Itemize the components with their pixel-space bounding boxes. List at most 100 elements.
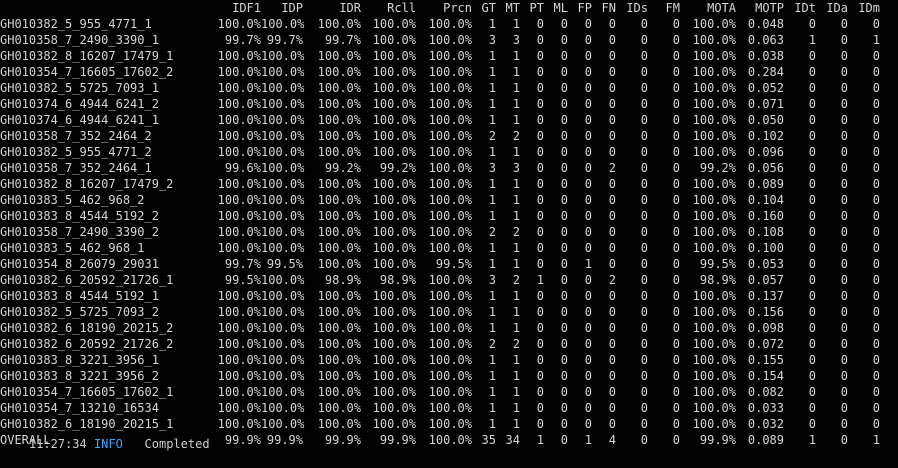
cell-mt: 2 [512, 225, 520, 239]
cell-fn: 0 [608, 321, 616, 335]
cell-idf1: 100.0% [217, 193, 261, 207]
cell-ida: 0 [840, 273, 848, 287]
cell-ml: 0 [560, 385, 568, 399]
cell-mota: 100.0% [692, 369, 736, 383]
cell-rcll: 100.0% [372, 193, 416, 207]
cell-idr: 100.0% [317, 369, 361, 383]
terminal-window[interactable]: IDF1 IDP IDR Rcll Prcn GT MT PT ML FP FN… [0, 0, 898, 451]
cell-idf1: 100.0% [217, 145, 261, 159]
header-fp: FP [577, 1, 592, 15]
cell-ids: 0 [640, 193, 648, 207]
header-pt: PT [529, 1, 544, 15]
cell-idm: 0 [872, 177, 880, 191]
row-name: GH010383_8_4544_5192_2 [0, 209, 159, 223]
cell-prcn: 100.0% [428, 401, 472, 415]
cell-rcll: 100.0% [372, 33, 416, 47]
cell-idm: 0 [872, 81, 880, 95]
cell-rcll: 100.0% [372, 113, 416, 127]
cell-mt: 1 [512, 65, 520, 79]
cell-rcll: 100.0% [372, 321, 416, 335]
cell-ml: 0 [560, 177, 568, 191]
cell-idp: 100.0% [261, 337, 305, 351]
cell-idt: 0 [808, 193, 816, 207]
cell-ida: 0 [840, 321, 848, 335]
cell-idr: 100.0% [317, 177, 361, 191]
cell-fm: 0 [672, 321, 680, 335]
cell-ids: 0 [640, 113, 648, 127]
cell-ida: 0 [840, 145, 848, 159]
cell-fn: 0 [608, 113, 616, 127]
cell-gt: 1 [488, 113, 496, 127]
cell-idp: 100.0% [261, 417, 305, 431]
log-level: INFO [93, 437, 123, 451]
cell-ml: 0 [560, 225, 568, 239]
cell-prcn: 100.0% [428, 161, 472, 175]
cell-fn: 0 [608, 129, 616, 143]
cell-prcn: 100.0% [428, 33, 472, 47]
cell-fm: 0 [672, 273, 680, 287]
cell-idf1: 100.0% [217, 209, 261, 223]
cell-ml: 0 [560, 273, 568, 287]
cell-prcn: 100.0% [428, 129, 472, 143]
cell-fp: 0 [584, 369, 592, 383]
cell-fn: 0 [608, 33, 616, 47]
cell-ida: 0 [840, 17, 848, 31]
cell-fm: 0 [672, 49, 680, 63]
cell-pt: 0 [536, 145, 544, 159]
cell-fn: 0 [608, 289, 616, 303]
cell-rcll: 100.0% [372, 289, 416, 303]
cell-fn: 0 [608, 353, 616, 367]
cell-fp: 0 [584, 385, 592, 399]
cell-ml: 0 [560, 145, 568, 159]
cell-ida: 0 [840, 97, 848, 111]
cell-gt: 1 [488, 369, 496, 383]
cell-prcn: 100.0% [428, 369, 472, 383]
cell-mota: 99.9% [699, 433, 736, 447]
cell-mota: 100.0% [692, 209, 736, 223]
cell-mota: 100.0% [692, 145, 736, 159]
cell-ids: 0 [640, 385, 648, 399]
cell-ml: 0 [560, 257, 568, 271]
cell-fp: 0 [584, 353, 592, 367]
cell-fn: 0 [608, 417, 616, 431]
cell-ids: 0 [640, 321, 648, 335]
cell-mt: 2 [512, 337, 520, 351]
cell-idp: 100.0% [261, 241, 305, 255]
cell-fp: 0 [584, 17, 592, 31]
cell-prcn: 100.0% [428, 193, 472, 207]
header-ml: ML [553, 1, 568, 15]
cell-idm: 0 [872, 129, 880, 143]
cell-ids: 0 [640, 161, 648, 175]
cell-idt: 0 [808, 417, 816, 431]
cell-mota: 100.0% [692, 337, 736, 351]
cell-mt: 1 [512, 257, 520, 271]
cell-idf1: 100.0% [217, 129, 261, 143]
cell-idr: 99.2% [324, 161, 361, 175]
cell-mt: 3 [512, 161, 520, 175]
cell-fm: 0 [672, 385, 680, 399]
cell-ida: 0 [840, 65, 848, 79]
cell-motp: 0.050 [747, 113, 784, 127]
cell-motp: 0.089 [747, 177, 784, 191]
cell-idf1: 100.0% [217, 337, 261, 351]
cell-fp: 1 [584, 257, 592, 271]
cell-rcll: 100.0% [372, 17, 416, 31]
cell-pt: 0 [536, 33, 544, 47]
cell-idt: 0 [808, 337, 816, 351]
cell-ida: 0 [840, 193, 848, 207]
cell-pt: 0 [536, 241, 544, 255]
row-name: GH010354_8_26079_29031 [0, 257, 159, 271]
row-name: GH010374_6_4944_6241_1 [0, 113, 159, 127]
cell-ida: 0 [840, 161, 848, 175]
header-idp: IDP [281, 1, 303, 15]
cell-ids: 0 [640, 337, 648, 351]
header-mota: MOTA [707, 1, 736, 15]
cell-ida: 0 [840, 401, 848, 415]
cell-idt: 0 [808, 257, 816, 271]
cell-mota: 100.0% [692, 113, 736, 127]
cell-motp: 0.032 [747, 417, 784, 431]
cell-idf1: 100.0% [217, 289, 261, 303]
cell-mt: 1 [512, 353, 520, 367]
cell-prcn: 100.0% [428, 177, 472, 191]
cell-rcll: 100.0% [372, 353, 416, 367]
